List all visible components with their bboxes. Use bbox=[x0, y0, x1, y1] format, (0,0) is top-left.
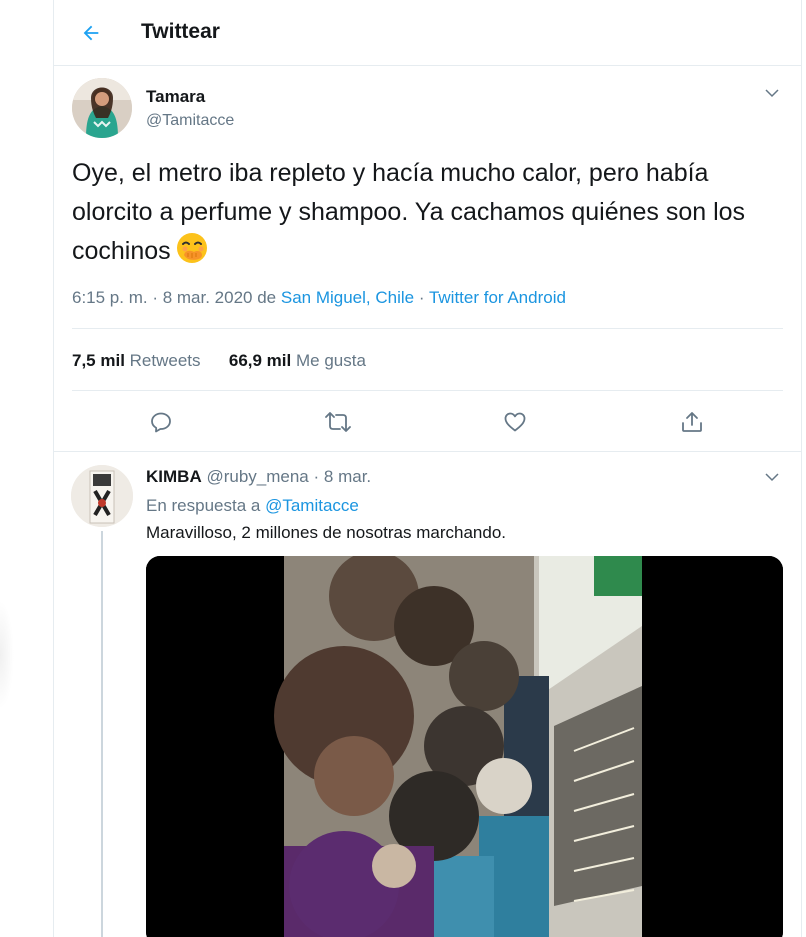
divider-bottom bbox=[72, 390, 783, 391]
retweet-icon bbox=[325, 412, 351, 432]
tweet-options-button[interactable] bbox=[757, 78, 787, 108]
scroll-shadow bbox=[0, 600, 14, 710]
reply-author-avatar[interactable] bbox=[71, 465, 133, 527]
avatar-photo-icon bbox=[72, 78, 132, 138]
tweet-location-link[interactable]: San Miguel, Chile bbox=[281, 288, 414, 307]
reply-author-handle[interactable]: @ruby_mena bbox=[206, 467, 308, 486]
retweets-count: 7,5 mil bbox=[72, 351, 125, 370]
author-avatar[interactable] bbox=[72, 78, 132, 138]
page-header: Twittear bbox=[54, 0, 801, 66]
in-reply-to: En respuesta a @Tamitacce bbox=[146, 496, 359, 516]
share-button[interactable] bbox=[674, 404, 710, 440]
tweet-source-link[interactable]: Twitter for Android bbox=[429, 288, 566, 307]
reply-separator: · bbox=[313, 467, 320, 486]
like-button[interactable] bbox=[497, 404, 533, 440]
chevron-down-icon bbox=[765, 473, 779, 482]
likes-stat[interactable]: 66,9 mil Me gusta bbox=[229, 351, 366, 370]
tweet-timestamp[interactable]: 6:15 p. m. · 8 mar. 2020 de bbox=[72, 288, 276, 307]
likes-label: Me gusta bbox=[295, 351, 366, 370]
in-reply-to-prefix: En respuesta a bbox=[146, 496, 261, 515]
meta-separator: · bbox=[418, 288, 425, 307]
tweet-text-body: Oye, el metro iba repleto y hacía mucho … bbox=[72, 159, 746, 265]
thread-line bbox=[101, 531, 103, 937]
reply-button[interactable] bbox=[143, 404, 179, 440]
reply-date[interactable]: 8 mar. bbox=[324, 467, 371, 486]
author-name[interactable]: Tamara bbox=[146, 87, 205, 107]
reply-author-name[interactable]: KIMBA bbox=[146, 467, 202, 486]
reply-tweet[interactable]: KIMBA @ruby_mena · 8 mar. En respuesta a… bbox=[54, 453, 801, 937]
reply-video[interactable] bbox=[146, 556, 783, 937]
reply-header: KIMBA @ruby_mena · 8 mar. bbox=[146, 467, 371, 487]
in-reply-to-handle[interactable]: @Tamitacce bbox=[265, 496, 359, 515]
reply-icon bbox=[151, 412, 171, 433]
retweet-button[interactable] bbox=[320, 404, 356, 440]
back-button[interactable] bbox=[74, 16, 108, 50]
retweets-label: Retweets bbox=[129, 351, 201, 370]
face-with-hand-over-mouth-icon bbox=[176, 233, 207, 263]
chevron-down-icon bbox=[765, 89, 779, 98]
video-thumbnail bbox=[146, 556, 783, 937]
tweet-actions bbox=[72, 404, 783, 440]
page-title: Twittear bbox=[141, 20, 220, 43]
left-gutter bbox=[0, 0, 53, 937]
share-icon bbox=[682, 412, 702, 432]
like-icon bbox=[504, 412, 526, 432]
tweet-metadata: 6:15 p. m. · 8 mar. 2020 de San Miguel, … bbox=[72, 288, 566, 308]
likes-count: 66,9 mil bbox=[228, 351, 292, 370]
tweet-stats: 7,5 mil Retweets 66,9 mil Me gusta bbox=[72, 351, 366, 371]
reply-text: Maravilloso, 2 millones de nosotras marc… bbox=[146, 523, 507, 542]
back-arrow-icon bbox=[83, 25, 99, 41]
author-handle[interactable]: @Tamitacce bbox=[146, 112, 234, 130]
tweet-text: Oye, el metro iba repleto y hacía mucho … bbox=[72, 154, 772, 271]
divider-top bbox=[72, 328, 783, 329]
retweets-stat[interactable]: 7,5 mil Retweets bbox=[72, 351, 201, 370]
avatar-photo-icon bbox=[71, 465, 133, 527]
main-tweet: Tamara @Tamitacce Oye, el metro iba repl… bbox=[54, 66, 801, 452]
main-column: Twittear Tamara @Tamitacce Oye, el metro… bbox=[53, 0, 802, 937]
reply-options-button[interactable] bbox=[757, 462, 787, 492]
